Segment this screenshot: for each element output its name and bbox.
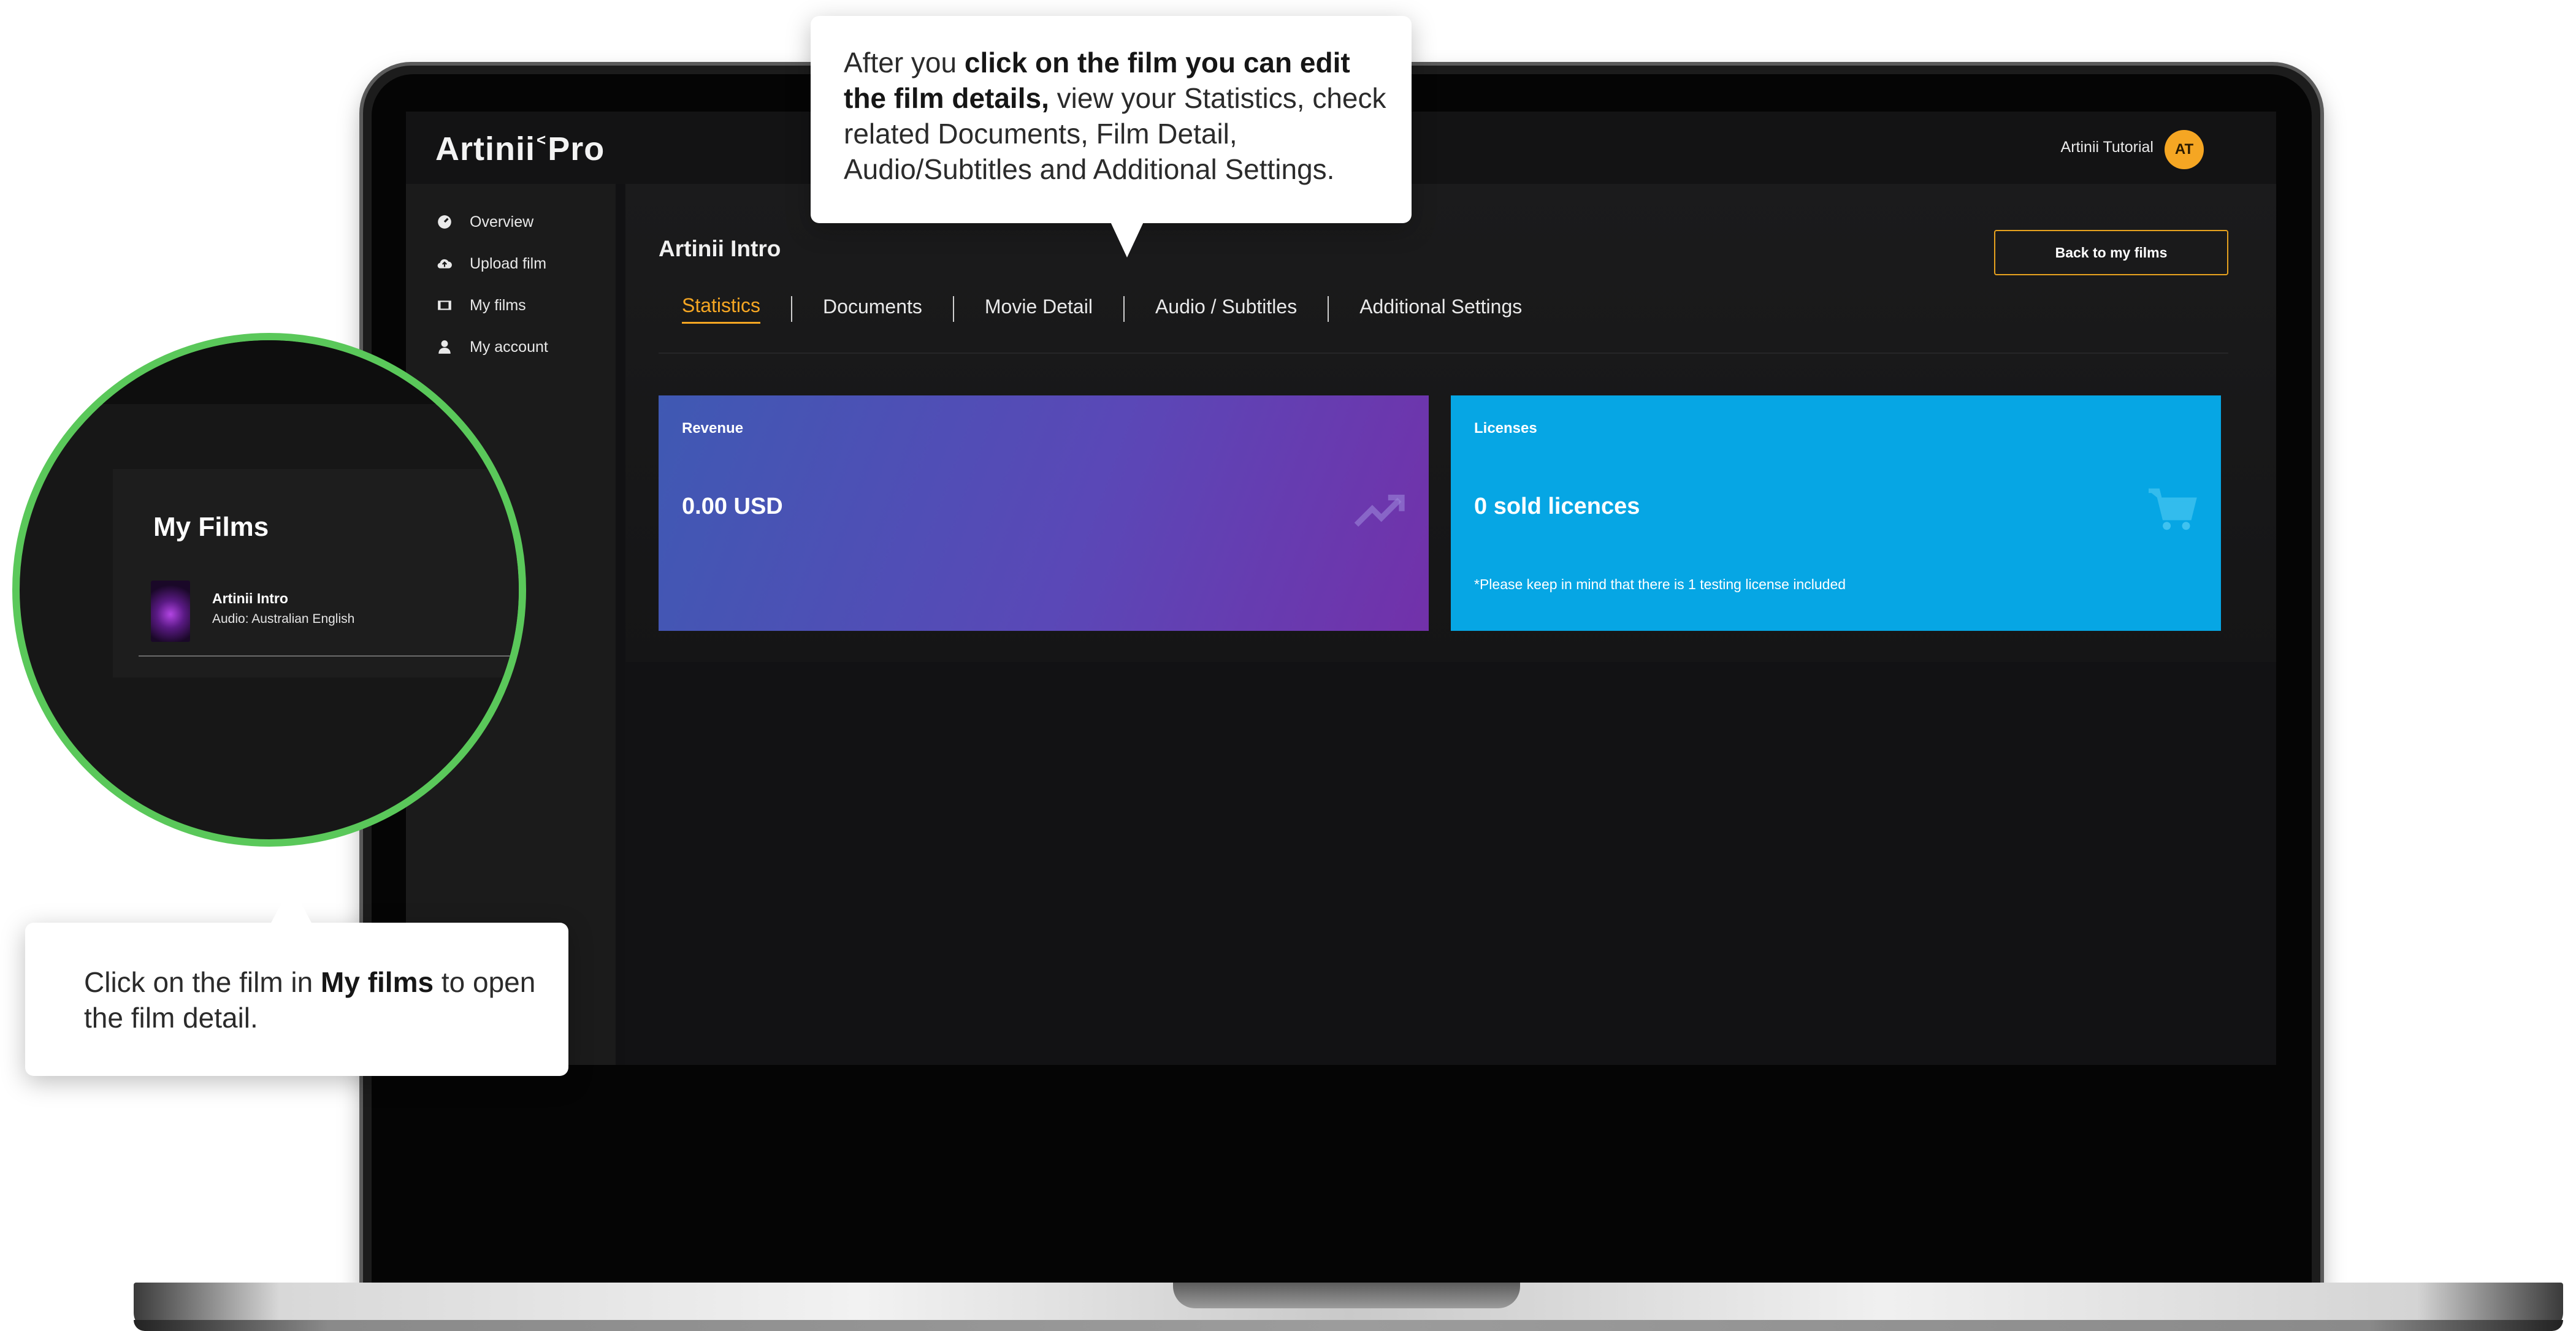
film-list-item-title[interactable]: Artinii Intro — [212, 590, 288, 607]
callout-film-details: After you click on the film you can edit… — [811, 16, 1412, 257]
licenses-card: Licenses 0 sold licences *Please keep in… — [1451, 395, 2221, 631]
revenue-label: Revenue — [682, 420, 744, 437]
film-list-item-audio: Audio: Australian English — [212, 612, 355, 626]
user-name[interactable]: Artinii Tutorial — [2061, 139, 2154, 156]
tab-additional-settings[interactable]: Additional Settings — [1359, 296, 1522, 323]
app-logo[interactable]: Artinii<Pro — [435, 130, 605, 168]
tab-separator — [1123, 296, 1125, 322]
revenue-card: Revenue 0.00 USD — [659, 395, 1429, 631]
logo-mark: < — [537, 131, 547, 149]
tab-movie-detail[interactable]: Movie Detail — [985, 296, 1093, 323]
back-to-my-films-button[interactable]: Back to my films — [1994, 230, 2228, 275]
callout-my-films: Click on the film in My films to open th… — [25, 885, 568, 1076]
zoom-panel — [113, 469, 519, 677]
revenue-value: 0.00 USD — [682, 494, 783, 519]
zoom-magnifier: My Films Artinii Intro Audio: Australian… — [12, 333, 526, 847]
sidebar-item-overview[interactable]: Overview — [437, 210, 533, 234]
tab-bar: Statistics Documents Movie Detail Audio … — [682, 294, 1522, 324]
main-content: Artinii Intro Back to my films Statistic… — [625, 184, 2276, 1065]
tab-documents[interactable]: Documents — [823, 296, 922, 323]
sidebar-item-label: Overview — [470, 213, 534, 231]
tab-separator — [952, 296, 954, 322]
cart-icon — [2149, 488, 2197, 530]
licenses-value: 0 sold licences — [1474, 494, 1640, 519]
tab-statistics[interactable]: Statistics — [682, 294, 761, 324]
callout-text-prefix: Click on the film in — [84, 966, 321, 998]
tab-separator — [1328, 296, 1329, 322]
laptop-notch — [1173, 1283, 1520, 1308]
sidebar-item-label: Upload film — [470, 254, 547, 272]
callout-text-bold: My films — [321, 966, 434, 998]
licenses-label: Licenses — [1474, 420, 1537, 437]
tabs-divider — [659, 353, 2228, 354]
callout-text-prefix: After you — [844, 47, 965, 78]
tab-audio-subtitles[interactable]: Audio / Subtitles — [1155, 296, 1297, 323]
callout-text: Click on the film in My films to open th… — [84, 964, 550, 1035]
dashboard-icon — [438, 215, 451, 229]
zoom-my-films-title: My Films — [153, 512, 269, 542]
sidebar-item-my-films[interactable]: My films — [437, 293, 526, 318]
zoom-header-strip — [20, 340, 519, 404]
list-divider — [139, 655, 519, 657]
film-thumbnail[interactable] — [151, 581, 190, 642]
logo-text: Artinii — [435, 131, 535, 167]
licenses-note: *Please keep in mind that there is 1 tes… — [1474, 576, 1846, 592]
sidebar-item-label: My films — [470, 296, 526, 314]
callout-pointer — [270, 885, 312, 924]
cloud-upload-icon — [437, 259, 452, 269]
tab-separator — [791, 296, 793, 322]
page-title: Artinii Intro — [659, 236, 781, 261]
app-screen: Artinii<Pro Artinii Tutorial AT Overview… — [406, 112, 2276, 1065]
trending-up-icon — [1354, 494, 1405, 527]
callout-text: After you click on the film you can edit… — [844, 45, 1396, 187]
film-icon — [438, 300, 451, 310]
callout-pointer — [1110, 221, 1144, 257]
logo-text-pro: Pro — [548, 131, 605, 167]
avatar[interactable]: AT — [2165, 130, 2204, 169]
sidebar-item-upload-film[interactable]: Upload film — [437, 251, 546, 276]
content-panel: Artinii Intro Back to my films Statistic… — [625, 184, 2276, 662]
